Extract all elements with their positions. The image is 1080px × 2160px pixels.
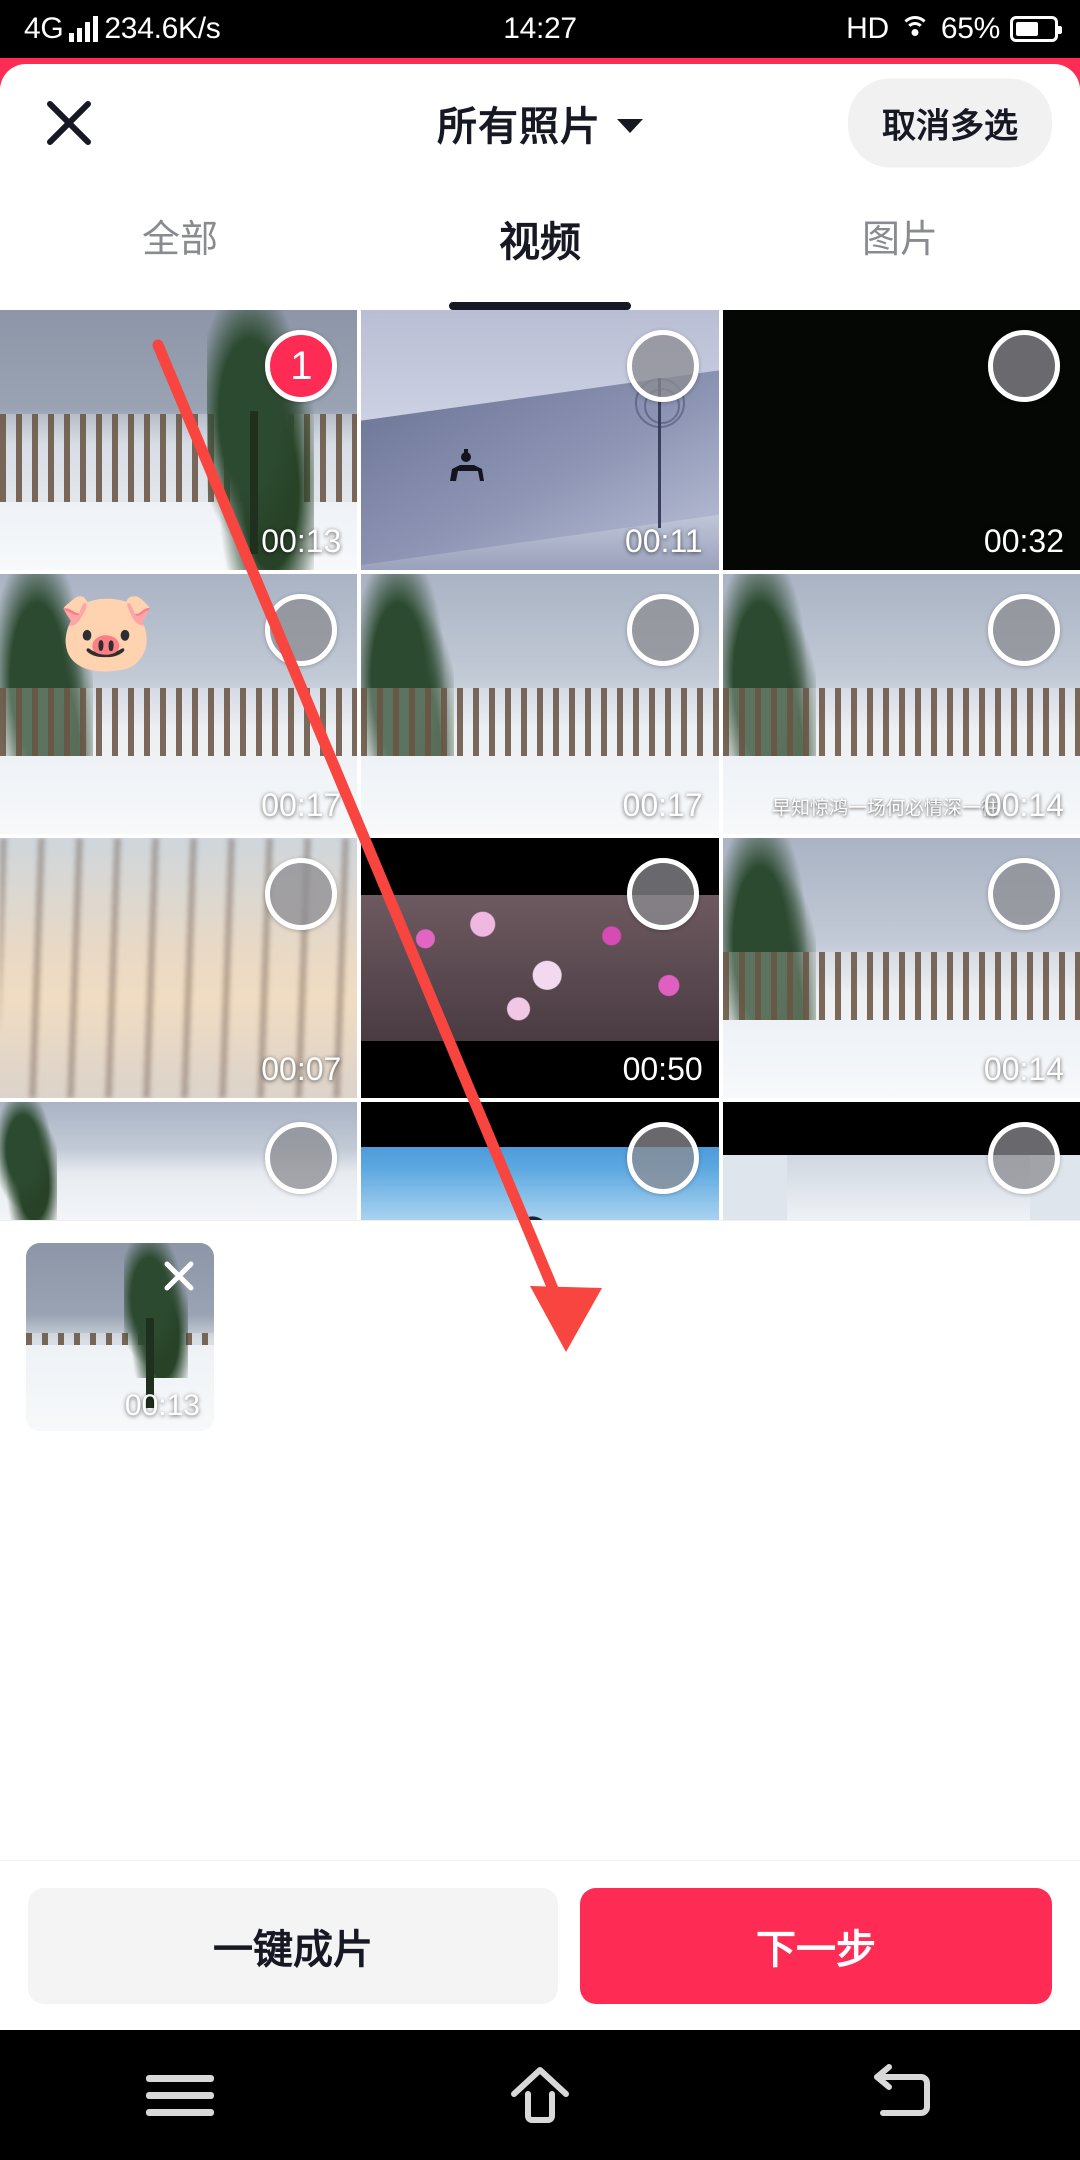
selection-badge[interactable] — [988, 594, 1060, 666]
selected-media-tray: 00:13 — [0, 1220, 1080, 1458]
selected-media-item[interactable]: 00:13 — [26, 1243, 214, 1431]
selection-badge[interactable] — [626, 858, 699, 930]
battery-percent-label: 65% — [940, 12, 1000, 45]
selection-badge[interactable] — [265, 858, 338, 930]
one-tap-movie-button[interactable]: 一键成片 — [28, 1887, 558, 2004]
media-grid-item[interactable]: 🐷 00:17 — [0, 574, 358, 834]
duration-label: 00:32 — [983, 523, 1064, 559]
duration-label: 00:17 — [261, 787, 342, 823]
tab-image[interactable]: 图片 — [720, 182, 1080, 310]
page-title: 所有照片 — [437, 105, 601, 149]
selection-badge[interactable] — [626, 594, 699, 666]
nav-home-button[interactable] — [480, 2050, 600, 2140]
media-grid-item[interactable]: 00:17 — [361, 574, 719, 834]
duration-label: 00:13 — [261, 523, 342, 559]
selection-badge[interactable] — [265, 1122, 338, 1194]
clock-label: 14:27 — [503, 12, 577, 45]
tab-all[interactable]: 全部 — [0, 182, 360, 310]
remove-selected-button[interactable] — [158, 1255, 200, 1297]
action-bar: 一键成片 下一步 — [0, 1860, 1080, 2030]
media-grid-item[interactable]: 1 00:13 — [0, 310, 358, 570]
horse-silhouette — [449, 448, 484, 481]
media-grid-item[interactable] — [0, 1102, 358, 1220]
nav-menu-button[interactable] — [120, 2050, 240, 2140]
media-grid: 1 00:13 00:11 00:32 🐷 00:17 00:17 早知惊鸿一场… — [0, 310, 1080, 1220]
tab-video-label: 视频 — [499, 219, 581, 265]
close-icon — [164, 1261, 194, 1291]
duration-label: 00:13 — [124, 1389, 200, 1422]
video-watermark-text: 早知惊鸿一场何必情深一往 — [771, 798, 1000, 819]
home-icon — [511, 2067, 569, 2123]
selection-badge[interactable]: 1 — [265, 330, 338, 402]
duration-label: 00:14 — [983, 1051, 1064, 1087]
picker-header: 所有照片 取消多选 — [0, 64, 1080, 182]
media-picker-sheet: 所有照片 取消多选 全部 视频 图片 1 00:13 00:11 00:32 🐷… — [0, 64, 1080, 2030]
selection-badge[interactable] — [988, 330, 1060, 402]
selection-badge[interactable] — [265, 594, 338, 666]
cancel-multiselect-button[interactable]: 取消多选 — [848, 78, 1052, 168]
selection-badge[interactable] — [988, 1122, 1060, 1194]
media-grid-item[interactable]: 00:11 — [361, 310, 719, 570]
tab-video[interactable]: 视频 — [360, 182, 720, 310]
media-grid-item[interactable]: 00:07 — [0, 838, 358, 1098]
duration-label: 00:17 — [622, 787, 703, 823]
media-type-tabs: 全部 视频 图片 — [0, 182, 1080, 310]
selection-badge[interactable] — [988, 858, 1060, 930]
media-grid-item[interactable]: 00:50 — [361, 838, 719, 1098]
selection-index-label: 1 — [290, 344, 313, 388]
wifi-icon — [899, 16, 931, 42]
tab-image-label: 图片 — [861, 219, 938, 261]
media-grid-item[interactable]: 00:14 — [722, 838, 1080, 1098]
next-step-button[interactable]: 下一步 — [580, 1887, 1052, 2004]
hd-label: HD — [846, 12, 889, 45]
phone-screen: 4G 234.6K/s 14:27 HD 65% 所有照片 取消多选 全部 视频… — [0, 0, 1080, 2160]
nav-back-button[interactable] — [840, 2050, 960, 2140]
duration-label: 00:11 — [624, 523, 703, 559]
status-bar-right: HD 65% — [846, 12, 1062, 46]
menu-icon — [146, 2065, 214, 2126]
duration-label: 00:07 — [261, 1051, 342, 1087]
back-icon — [874, 2064, 930, 2116]
pig-face-sticker-icon: 🐷 — [58, 587, 156, 675]
tab-all-label: 全部 — [141, 219, 218, 261]
media-grid-item[interactable] — [722, 1102, 1080, 1220]
battery-icon — [1010, 16, 1062, 42]
selection-badge[interactable] — [626, 1122, 699, 1194]
chevron-down-icon — [617, 118, 643, 133]
duration-label: 00:14 — [983, 787, 1064, 823]
selection-badge[interactable] — [626, 330, 699, 402]
duration-label: 00:50 — [622, 1051, 703, 1087]
android-nav-bar — [0, 2030, 1080, 2160]
media-grid-item[interactable]: 早知惊鸿一场何必情深一往 00:14 — [722, 574, 1080, 834]
media-grid-item[interactable]: 00:32 — [722, 310, 1080, 570]
status-bar: 4G 234.6K/s 14:27 HD 65% — [0, 0, 1080, 58]
media-grid-item[interactable] — [361, 1102, 719, 1220]
